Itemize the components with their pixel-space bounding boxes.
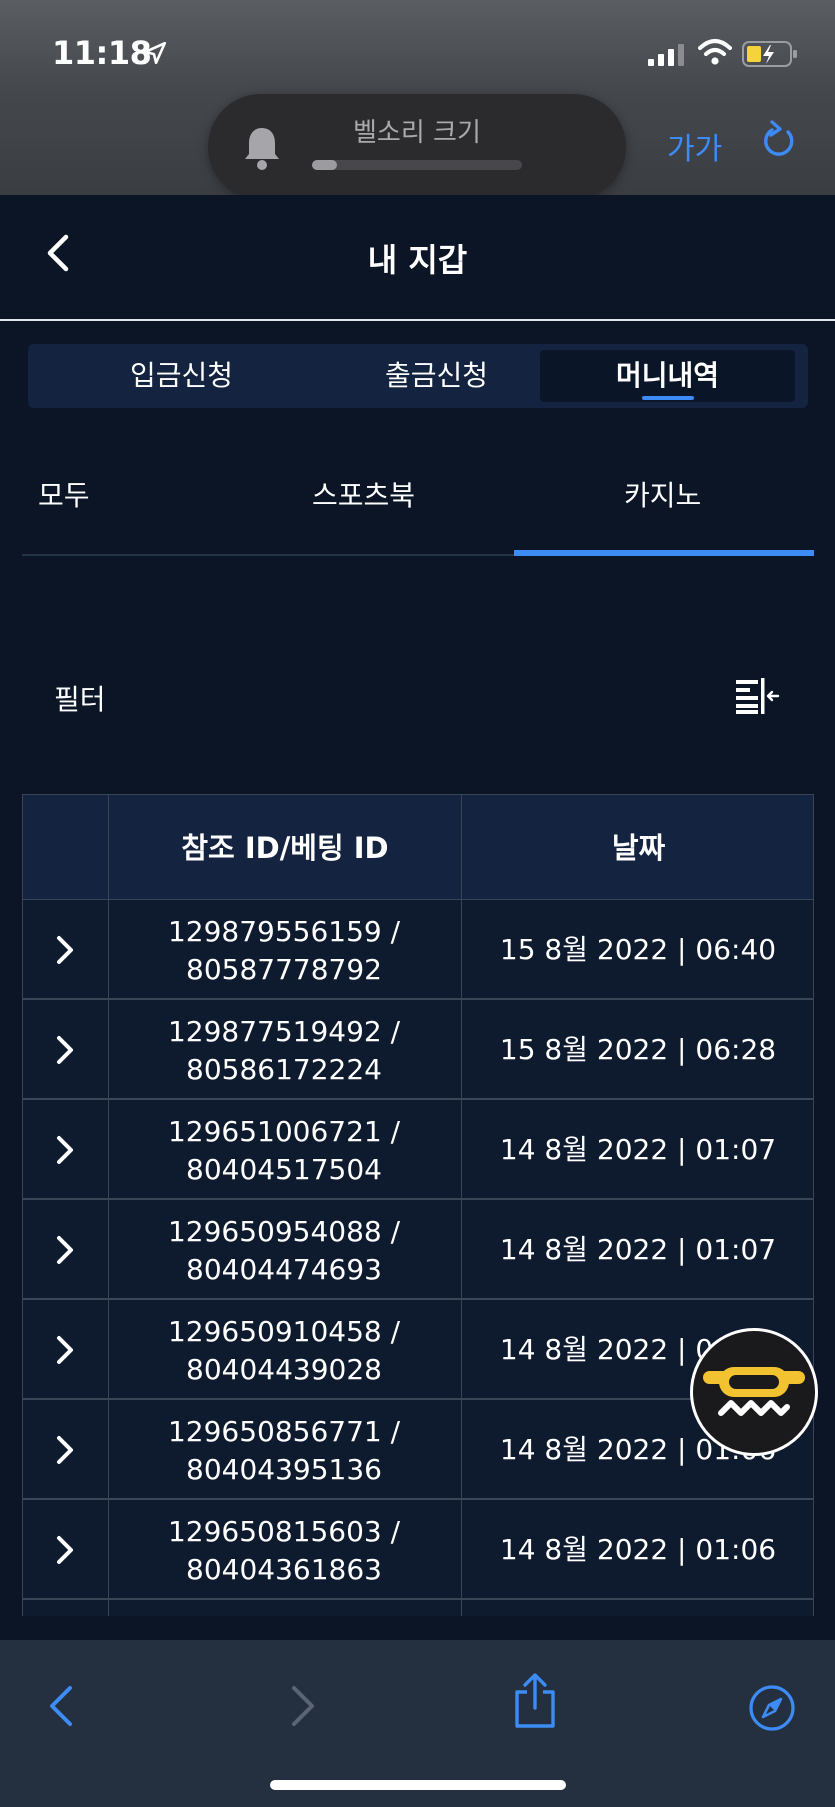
table-row[interactable]: 129651006721 / 80404517504 14 8월 2022 | 0… xyxy=(23,1100,813,1200)
ref-id: 129651006721 / xyxy=(167,1115,401,1148)
wallet-tabs: 입금신청 출금신청 머니내역 xyxy=(28,344,808,408)
row-date: 14 8월 2022 | 01:07 xyxy=(499,1233,777,1266)
chevron-right-icon[interactable] xyxy=(53,1232,77,1268)
row-date: 14 8월 2022 | 01:06 xyxy=(499,1533,777,1566)
tab-money-history-label: 머니내역 xyxy=(615,359,720,392)
ref-bet-id: 129877519492 / 80586172224 xyxy=(108,1013,460,1089)
filter-toggle-icon[interactable] xyxy=(734,676,780,716)
table-row[interactable]: 129879556159 / 80587778792 15 8월 2022 | 0… xyxy=(23,900,813,1000)
browser-forward-icon[interactable] xyxy=(288,1682,318,1730)
ref-id: 129650815603 / xyxy=(167,1515,401,1548)
compass-icon[interactable] xyxy=(748,1684,796,1732)
transaction-table: 참조 ID/베팅 ID 날짜 129879556159 / 80587778792… xyxy=(22,794,814,1616)
share-icon[interactable] xyxy=(512,1672,558,1730)
header-ref-id: 참조 ID/베팅 ID xyxy=(181,831,389,865)
bet-id: 80587778792 xyxy=(186,953,382,986)
browser-bottom-toolbar xyxy=(0,1640,835,1807)
history-category-tabs: 모두 스포츠북 카지노 xyxy=(22,460,814,556)
app-header: 내 지갑 xyxy=(0,195,835,321)
browser-top-bar: 11:18 벨소리 크기 가가 xyxy=(0,0,835,200)
chevron-right-icon[interactable] xyxy=(53,932,77,968)
subtab-active-indicator xyxy=(514,550,814,556)
chevron-right-icon[interactable] xyxy=(53,1532,77,1568)
chevron-right-icon[interactable] xyxy=(53,1132,77,1168)
ref-bet-id: 129650910458 / 80404439028 xyxy=(108,1313,460,1389)
signal-icon xyxy=(648,44,684,66)
chevron-right-icon[interactable] xyxy=(53,1332,77,1368)
location-arrow-icon xyxy=(143,41,167,65)
volume-track xyxy=(312,160,522,170)
table-row-partial xyxy=(23,1600,813,1616)
ref-id: 129879556159 / xyxy=(167,915,401,948)
chevron-right-icon[interactable] xyxy=(53,1432,77,1468)
table-row[interactable]: 129650815603 / 80404361863 14 8월 2022 | 0… xyxy=(23,1500,813,1600)
chat-logo-icon xyxy=(703,1367,805,1416)
ref-bet-id: 129879556159 / 80587778792 xyxy=(108,913,460,989)
home-indicator xyxy=(270,1780,566,1790)
volume-fill xyxy=(312,160,338,170)
bet-id: 80404395136 xyxy=(186,1453,382,1486)
browser-back-icon[interactable] xyxy=(46,1682,76,1730)
page-title: 내 지갑 xyxy=(367,241,468,279)
bet-id: 80586172224 xyxy=(186,1053,382,1086)
ref-id: 129650856771 / xyxy=(167,1415,401,1448)
row-date: 15 8월 2022 | 06:28 xyxy=(499,1033,777,1066)
table-header: 참조 ID/베팅 ID 날짜 xyxy=(23,794,813,900)
volume-hud-label: 벨소리 크기 xyxy=(353,118,481,148)
row-date: 14 8월 2022 | 01:07 xyxy=(499,1133,777,1166)
tab-money-history[interactable]: 머니내역 xyxy=(540,350,795,402)
ref-bet-id: 129650856771 / 80404395136 xyxy=(108,1413,460,1489)
chevron-right-icon[interactable] xyxy=(53,1032,77,1068)
ref-id: 129650910458 / xyxy=(167,1315,401,1348)
subtab-sportsbook[interactable]: 스포츠북 xyxy=(312,474,415,514)
bet-id: 80404474693 xyxy=(186,1253,382,1286)
bell-icon xyxy=(245,128,279,170)
header-date: 날짜 xyxy=(611,831,666,865)
row-date: 15 8월 2022 | 06:40 xyxy=(499,933,777,966)
tab-withdraw-request[interactable]: 출금신청 xyxy=(309,350,564,402)
ref-bet-id: 129651006721 / 80404517504 xyxy=(108,1113,460,1189)
status-time: 11:18 xyxy=(52,34,152,72)
volume-hud: 벨소리 크기 xyxy=(208,94,626,200)
subtab-casino[interactable]: 카지노 xyxy=(624,474,701,514)
table-row[interactable]: 129650954088 / 80404474693 14 8월 2022 | 0… xyxy=(23,1200,813,1300)
bet-id: 80404517504 xyxy=(186,1153,382,1186)
wifi-icon xyxy=(698,39,732,65)
active-tab-underline xyxy=(642,396,694,400)
ref-bet-id: 129650954088 / 80404474693 xyxy=(108,1213,460,1289)
text-size-button[interactable]: 가가 xyxy=(667,124,722,168)
tab-deposit-request[interactable]: 입금신청 xyxy=(54,350,309,402)
reload-icon[interactable] xyxy=(758,118,798,162)
table-row[interactable]: 129877519492 / 80586172224 15 8월 2022 | 0… xyxy=(23,1000,813,1100)
ref-id: 129877519492 / xyxy=(167,1015,401,1048)
chat-fab-button[interactable] xyxy=(690,1328,818,1456)
bet-id: 80404439028 xyxy=(186,1353,382,1386)
ref-bet-id: 129650815603 / 80404361863 xyxy=(108,1513,460,1589)
filter-label: 필터 xyxy=(54,683,106,716)
battery-icon xyxy=(742,41,797,67)
bet-id: 80404361863 xyxy=(186,1553,382,1586)
ref-id: 129650954088 / xyxy=(167,1215,401,1248)
subtab-all[interactable]: 모두 xyxy=(38,474,90,514)
